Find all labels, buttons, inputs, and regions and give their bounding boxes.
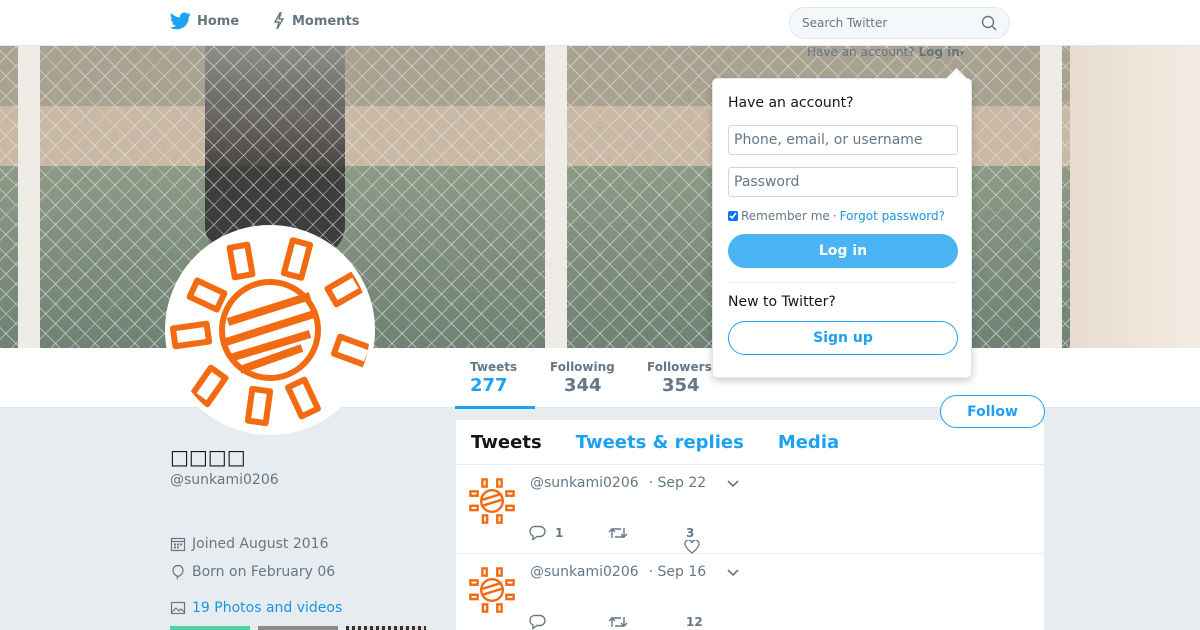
stat-tweets[interactable]: Tweets 277 xyxy=(454,360,536,409)
sun-avatar-image xyxy=(170,237,370,427)
tweet-actions: 12 xyxy=(528,614,768,630)
joined-date: Joined August 2016 xyxy=(170,536,328,552)
retweet-action[interactable] xyxy=(608,614,688,630)
reply-count: 1 xyxy=(555,526,564,540)
photos-videos-link[interactable]: 19 Photos and videos xyxy=(170,600,342,616)
retweet-icon xyxy=(608,528,628,538)
login-prompt: Have an account? Log in▾ xyxy=(807,45,964,59)
signup-button[interactable]: Sign up xyxy=(728,321,958,355)
tweet-avatar[interactable] xyxy=(468,477,516,525)
nav-moments[interactable]: Moments xyxy=(272,12,359,30)
stat-label: Following xyxy=(550,360,615,374)
login-button[interactable]: Log in xyxy=(728,234,958,268)
tab-media[interactable]: Media xyxy=(778,432,839,453)
forgot-password-link[interactable]: Forgot password? xyxy=(840,209,945,223)
reply-icon xyxy=(529,525,546,541)
heart-icon xyxy=(684,540,700,554)
search-icon[interactable] xyxy=(981,15,997,31)
photo-thumb[interactable] xyxy=(170,626,250,630)
bird-icon xyxy=(170,12,191,30)
tweet-date[interactable]: · Sep 22 xyxy=(649,475,707,491)
login-dropdown-title: Have an account? xyxy=(728,95,854,111)
birthday: Born on February 06 xyxy=(170,564,335,580)
chevron-down-icon[interactable] xyxy=(726,476,740,490)
tweet[interactable]: @sunkami0206 · Sep 16 12 xyxy=(456,554,1044,630)
top-nav: Home Moments xyxy=(0,0,1200,46)
like-count: 12 xyxy=(686,615,703,629)
divider xyxy=(728,282,956,283)
reply-action[interactable]: 1 xyxy=(528,525,608,541)
photo-thumb[interactable] xyxy=(346,626,426,630)
profile-name: □□□□ xyxy=(170,445,246,469)
new-to-twitter: New to Twitter? xyxy=(728,294,836,310)
login-prompt-question: Have an account? xyxy=(807,45,915,59)
retweet-action[interactable] xyxy=(608,525,688,541)
follow-button[interactable]: Follow xyxy=(940,395,1045,428)
nav-moments-label: Moments xyxy=(292,13,360,29)
reply-action[interactable] xyxy=(528,614,608,630)
born-text: Born on February 06 xyxy=(192,564,336,580)
photos-link-text: 19 Photos and videos xyxy=(192,600,343,616)
tweet-date[interactable]: · Sep 16 xyxy=(649,564,707,580)
tweet-handle[interactable]: @sunkami0206 xyxy=(530,475,639,491)
tab-tweets-replies[interactable]: Tweets & replies xyxy=(576,432,744,453)
chevron-down-icon[interactable] xyxy=(726,565,740,579)
search-box xyxy=(789,7,1010,39)
caret-down-icon[interactable]: ▾ xyxy=(960,49,965,59)
remember-row: Remember me · Forgot password? xyxy=(728,209,956,223)
stat-value: 277 xyxy=(470,375,508,396)
password-field[interactable] xyxy=(728,167,958,197)
remember-checkbox[interactable] xyxy=(728,211,738,221)
separator: · xyxy=(832,209,837,223)
login-link[interactable]: Log in xyxy=(918,45,959,59)
avatar[interactable] xyxy=(165,225,375,435)
tweet-avatar[interactable] xyxy=(468,566,516,614)
nav-home[interactable]: Home xyxy=(170,12,239,30)
login-dropdown: Have an account? Remember me · Forgot pa… xyxy=(712,78,972,378)
remember-label[interactable]: Remember me xyxy=(741,209,830,223)
timeline: Tweets Tweets & replies Media @sunkami02… xyxy=(456,420,1044,630)
tweet-handle[interactable]: @sunkami0206 xyxy=(530,564,639,580)
lightning-icon xyxy=(273,12,285,30)
like-action[interactable]: 12 xyxy=(686,615,768,629)
calendar-icon xyxy=(170,537,186,552)
joined-text: Joined August 2016 xyxy=(192,536,329,552)
stat-label: Tweets xyxy=(470,360,518,374)
balloon-icon xyxy=(172,564,184,580)
search-input[interactable] xyxy=(802,16,962,30)
tweet-actions: 1 3 xyxy=(528,525,768,554)
username-field[interactable] xyxy=(728,125,958,155)
tab-tweets[interactable]: Tweets xyxy=(471,432,542,453)
nav-home-label: Home xyxy=(197,13,240,29)
stat-followers[interactable]: Followers 354 xyxy=(647,360,712,396)
photo-icon xyxy=(170,601,186,615)
photo-thumb[interactable] xyxy=(258,626,338,630)
reply-icon xyxy=(529,614,546,630)
like-count: 3 xyxy=(686,526,695,540)
stat-following[interactable]: Following 344 xyxy=(550,360,615,396)
stat-label: Followers xyxy=(647,360,712,374)
tweet-header: @sunkami0206 · Sep 22 xyxy=(530,475,740,491)
stat-value: 354 xyxy=(662,375,700,396)
retweet-icon xyxy=(608,617,628,627)
like-action[interactable]: 3 xyxy=(684,526,768,554)
stat-value: 344 xyxy=(564,375,602,396)
tweet[interactable]: @sunkami0206 · Sep 22 1 3 xyxy=(456,465,1044,554)
photo-thumbnails xyxy=(170,626,426,630)
tweet-header: @sunkami0206 · Sep 16 xyxy=(530,564,740,580)
profile-handle[interactable]: @sunkami0206 xyxy=(170,472,279,488)
